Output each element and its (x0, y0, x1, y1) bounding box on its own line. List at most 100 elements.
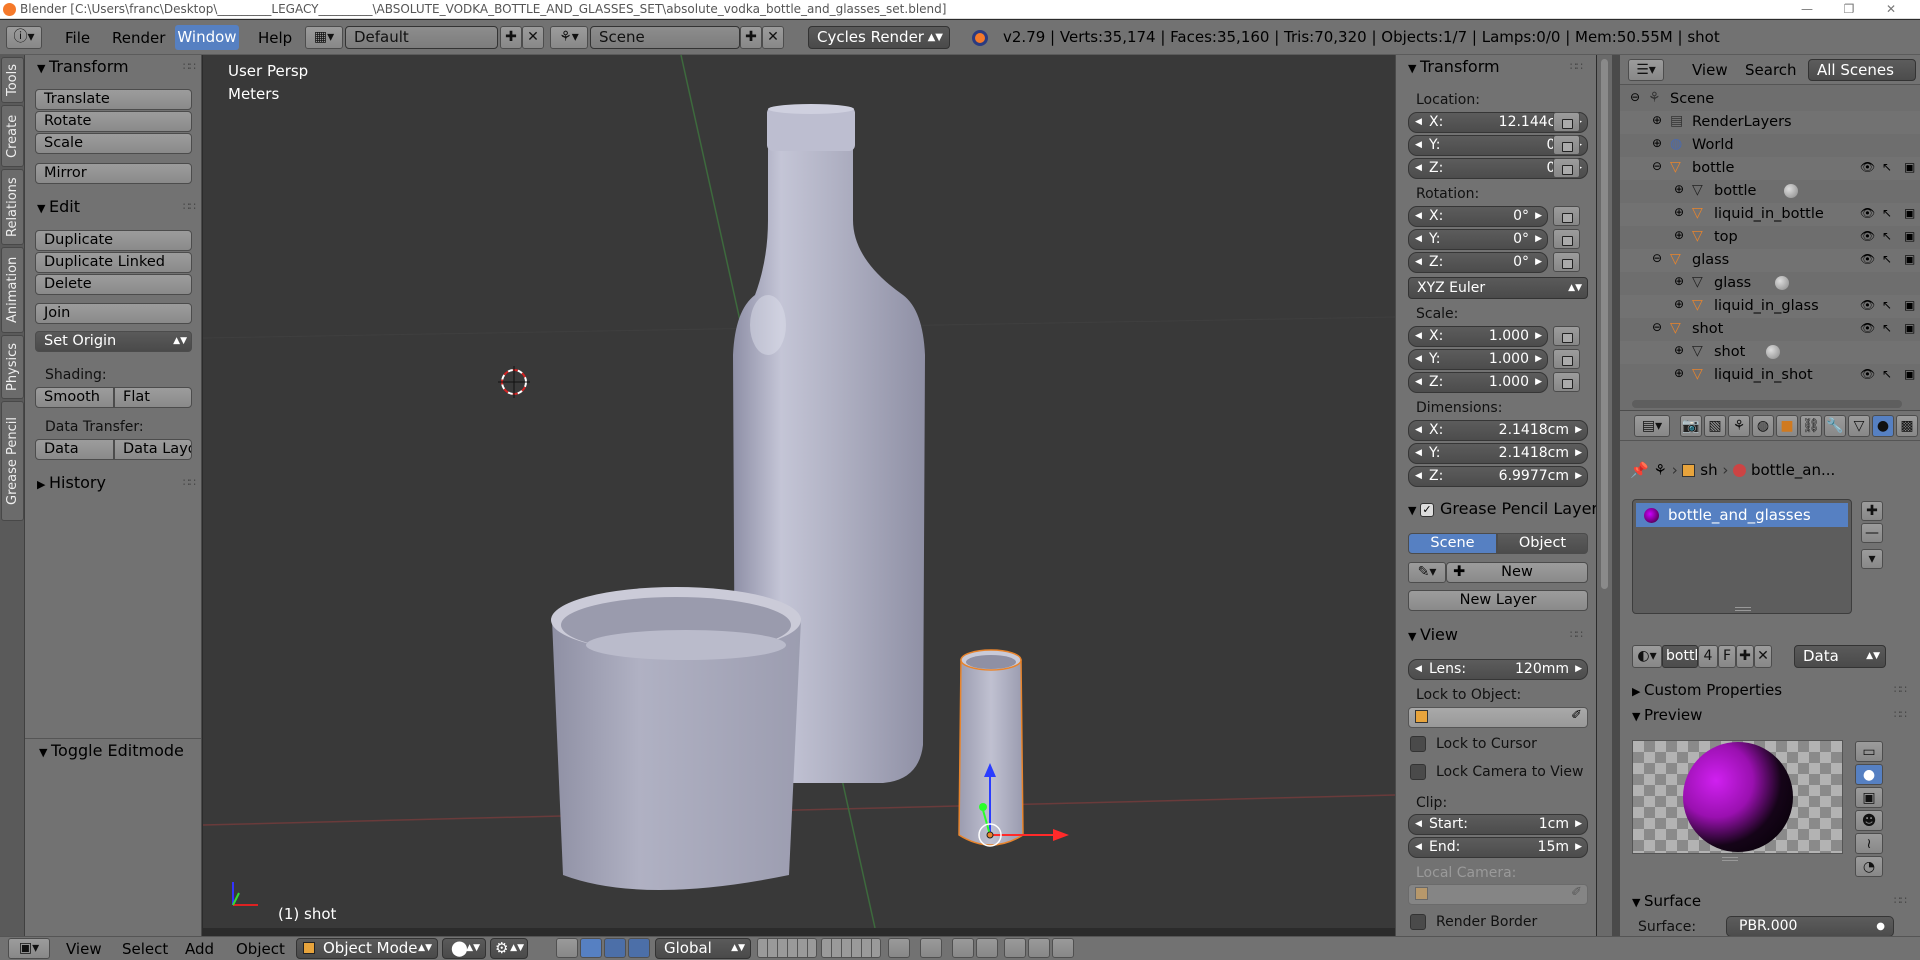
gp-object-toggle[interactable]: Object (1497, 533, 1588, 554)
flat-button[interactable]: Flat (114, 387, 192, 408)
remove-slot-icon[interactable]: — (1861, 523, 1883, 543)
lock-location-x-icon[interactable] (1553, 112, 1580, 132)
pivot-point-select[interactable]: ⚙ ▲▼ (490, 938, 528, 959)
eyedropper-icon[interactable]: ✐ (1571, 708, 1582, 723)
grease-pencil-panel-header[interactable]: ▼ ✓ Grease Pencil Layer (1396, 497, 1596, 521)
menu-file[interactable]: File (65, 29, 90, 47)
outliner-row[interactable]: ⊕ ▽ bottle (1620, 180, 1920, 203)
manipulator-toggle-icon[interactable] (556, 938, 578, 958)
scene-field[interactable]: Scene (590, 26, 740, 49)
viewport-render-icon[interactable] (1052, 938, 1074, 958)
visibility-eye-icon[interactable]: 👁 (1860, 367, 1875, 381)
slot-specials-icon[interactable]: ▾ (1861, 549, 1883, 569)
screen-layout-icon[interactable]: ▦▾ (305, 26, 343, 49)
editor-type-properties-icon[interactable]: ▤▾ (1634, 415, 1670, 437)
expand-toggle-icon[interactable]: ⊖ (1630, 90, 1640, 104)
smooth-button[interactable]: Smooth (35, 387, 114, 408)
visibility-eye-icon[interactable]: 👁 (1860, 298, 1875, 312)
grip-icon[interactable]: ∷∷ (183, 195, 196, 219)
material-icon[interactable] (1766, 345, 1781, 359)
add-slot-icon[interactable]: ✚ (1861, 501, 1883, 521)
outliner-row[interactable]: ⊕ ▽ shot (1620, 341, 1920, 364)
lock-camera-checkbox[interactable] (1410, 764, 1426, 780)
gp-datablock-icon[interactable]: ✎▾ (1408, 562, 1446, 583)
unlink-material-icon[interactable]: ✕ (1754, 645, 1772, 668)
layer-lock-icon[interactable] (888, 938, 910, 958)
grip-icon[interactable]: ∷∷ (183, 55, 196, 79)
grip-icon[interactable]: ∷∷ (1570, 55, 1583, 79)
material-link-select[interactable]: Data ▲▼ (1794, 645, 1886, 668)
grip-icon[interactable]: ∷∷ (1570, 623, 1583, 647)
renderability-camera-icon[interactable]: ▣ (1904, 367, 1915, 381)
outliner-view-menu[interactable]: View (1692, 61, 1728, 79)
new-material-icon[interactable]: ✚ (1736, 645, 1754, 668)
data-layout-button[interactable]: Data Layo (114, 439, 192, 460)
lock-scale-z-icon[interactable] (1553, 372, 1580, 392)
tab-grease-pencil[interactable]: Grease Pencil (1, 401, 24, 521)
selectability-cursor-icon[interactable]: ↖ (1882, 206, 1892, 220)
tab-animation[interactable]: Animation (1, 247, 24, 333)
visibility-eye-icon[interactable]: 👁 (1860, 252, 1875, 266)
grip-icon[interactable]: ∷∷ (1894, 703, 1907, 727)
expand-toggle-icon[interactable]: ⊕ (1674, 205, 1684, 219)
lock-rotation-z-icon[interactable] (1553, 252, 1580, 272)
transform-orientation-select[interactable]: Global ▲▼ (655, 938, 751, 959)
visibility-eye-icon[interactable]: 👁 (1860, 321, 1875, 335)
outliner-row[interactable]: ⊕ ▽ liquid_in_shot 👁 ↖ ▣ (1620, 364, 1920, 387)
preview-flat-icon[interactable]: ▭ (1855, 741, 1883, 762)
lens-field[interactable]: ◀ Lens: 120mm ▶ (1408, 659, 1588, 680)
selectability-cursor-icon[interactable]: ↖ (1882, 298, 1892, 312)
tab-tools[interactable]: Tools (1, 57, 24, 103)
remove-screen-icon[interactable]: ✕ (522, 26, 544, 49)
editor-type-outliner-icon[interactable]: ☰▾ (1628, 59, 1664, 81)
clip-end-field[interactable]: ◀ End: 15m ▶ (1408, 837, 1588, 858)
gp-new-button[interactable]: ✚ New (1446, 562, 1588, 583)
list-resize-grip[interactable] (1735, 607, 1751, 611)
renderability-camera-icon[interactable]: ▣ (1904, 321, 1915, 335)
toggle-editmode-panel[interactable]: ▼ Toggle Editmode (25, 739, 201, 763)
viewport-shading-select[interactable]: ⬤ ▲▼ (442, 938, 486, 959)
menu-window[interactable]: Window (175, 25, 239, 50)
editor-type-info-icon[interactable]: ⓘ▾ (6, 26, 42, 49)
lock-rotation-y-icon[interactable] (1553, 229, 1580, 249)
outliner-row[interactable]: ⊕ ▽ top 👁 ↖ ▣ (1620, 226, 1920, 249)
gp-scene-toggle[interactable]: Scene (1408, 533, 1497, 554)
outliner-search-menu[interactable]: Search (1745, 61, 1797, 79)
grip-icon[interactable]: ∷∷ (1894, 678, 1907, 702)
rotation-x-field[interactable]: ◀ X: 0° ▶ (1408, 206, 1548, 227)
renderability-camera-icon[interactable]: ▣ (1904, 252, 1915, 266)
expand-toggle-icon[interactable]: ⊕ (1652, 136, 1662, 150)
renderability-camera-icon[interactable]: ▣ (1904, 160, 1915, 174)
scene-layers-group-1[interactable] (757, 938, 817, 958)
render-layers-tab-icon[interactable]: ▧ (1704, 415, 1726, 437)
scale-y-field[interactable]: ◀ Y: 1.000 ▶ (1408, 349, 1548, 370)
preview-cube-icon[interactable]: ▣ (1855, 787, 1883, 808)
material-icon[interactable] (1775, 276, 1789, 290)
snap-toggle-icon[interactable] (952, 938, 974, 958)
expand-toggle-icon[interactable]: ⊖ (1652, 251, 1662, 265)
viewport-scene[interactable] (203, 55, 1395, 928)
view-panel-header[interactable]: ▼ View ∷∷ (1396, 623, 1596, 647)
add-scene-icon[interactable]: ✚ (740, 26, 762, 49)
material-tab-icon[interactable]: ● (1872, 415, 1894, 437)
rotation-y-field[interactable]: ◀ Y: 0° ▶ (1408, 229, 1548, 250)
menu-object[interactable]: Object (236, 940, 285, 958)
expand-toggle-icon[interactable]: ⊕ (1674, 228, 1684, 242)
outliner-row[interactable]: ⊕ ▽ glass (1620, 272, 1920, 295)
editor-type-3d-view-icon[interactable]: ▣▾ (8, 938, 50, 959)
material-slot-item[interactable]: bottle_and_glasses (1636, 503, 1848, 527)
expand-toggle-icon[interactable]: ⊕ (1674, 297, 1684, 311)
delete-button[interactable]: Delete (35, 274, 192, 295)
grease-pencil-enable-checkbox[interactable]: ✓ (1420, 502, 1434, 517)
outliner-row[interactable]: ⊖ ⚘ Scene (1620, 88, 1920, 111)
rotation-mode-select[interactable]: XYZ Euler ▲▼ (1408, 277, 1588, 299)
expand-toggle-icon[interactable]: ⊕ (1674, 343, 1684, 357)
material-name-field[interactable]: bottl (1662, 645, 1698, 668)
tab-physics[interactable]: Physics (1, 335, 24, 399)
constraints-tab-icon[interactable]: ⛓ (1800, 415, 1822, 437)
menu-select[interactable]: Select (122, 940, 168, 958)
object-tab-icon[interactable]: ■ (1776, 415, 1798, 437)
lock-to-cursor-checkbox[interactable] (1410, 736, 1426, 752)
outliner-scrollbar[interactable] (1632, 400, 1902, 408)
area-divider[interactable] (1612, 55, 1620, 936)
